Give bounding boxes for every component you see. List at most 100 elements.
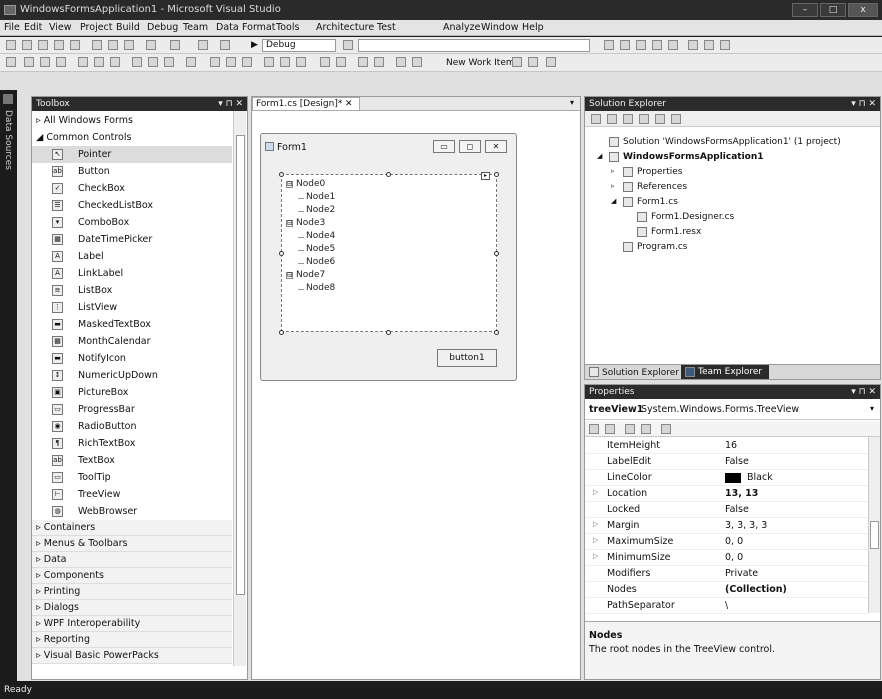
property-row[interactable]: ▷ Margin 3, 3, 3, 3 [585,518,868,534]
toolbox-item[interactable]: ↖ Pointer [32,146,232,163]
refresh-icon[interactable] [528,57,538,67]
refresh-icon[interactable] [623,114,633,124]
toolbox-group[interactable]: ▹ Dialogs [32,600,232,616]
smart-tag-icon[interactable]: ▸ [481,172,490,180]
bring-to-front-icon[interactable] [358,57,368,67]
property-row[interactable]: ▷ MinimumSize 0, 0 [585,550,868,566]
toolbox-item[interactable]: A LinkLabel [32,265,232,282]
tab-dropdown-icon[interactable]: ▾ [570,98,574,107]
solution-item[interactable]: Form1.resx [651,227,701,237]
decrease-horizontal-spacing-icon[interactable] [242,57,252,67]
solution-item[interactable]: Properties [637,167,682,177]
property-row[interactable]: ▷ MaximumSize 0, 0 [585,534,868,550]
open-file-icon[interactable] [38,40,48,50]
tree-node[interactable]: Node6 [306,257,335,267]
increase-vertical-spacing-icon[interactable] [280,57,290,67]
toolbox-item[interactable]: ▦ MonthCalendar [32,333,232,350]
make-same-width-icon[interactable] [132,57,142,67]
toolbox-group[interactable]: ▹ Reporting [32,632,232,648]
property-row[interactable]: LineColor Black [585,470,868,486]
property-row[interactable]: PathSeparator \ [585,598,868,614]
horizontal-spacing-equal-icon[interactable] [210,57,220,67]
tab-close-icon[interactable]: ✕ [345,98,353,110]
menu-analyze[interactable]: Analyze [443,22,480,33]
solution-item[interactable]: References [637,182,687,192]
property-expander-icon[interactable]: ▷ [593,536,598,544]
toolbox-item[interactable]: ↕ NumericUpDown [32,367,232,384]
tree-expander-icon[interactable]: ◢ [597,152,602,160]
toolbox-scroll-thumb[interactable] [236,135,245,595]
cut-icon[interactable] [92,40,102,50]
solution-item[interactable]: Form1.Designer.cs [651,212,734,222]
toolbox-group[interactable]: ▹ Components [32,568,232,584]
property-expander-icon[interactable]: ▷ [593,488,598,496]
property-expander-icon[interactable]: ▷ [593,552,598,560]
toolbox-item[interactable]: ▾ ComboBox [32,214,232,231]
align-to-grid-icon[interactable] [6,57,16,67]
align-tops-icon[interactable] [78,57,88,67]
tree-node[interactable]: Node5 [306,244,335,254]
menu-data[interactable]: Data [216,22,239,33]
toolbox-item[interactable]: A Label [32,248,232,265]
property-grid-scrollbar[interactable] [868,437,880,613]
toolbox-item[interactable]: ▬ NotifyIcon [32,350,232,367]
property-row[interactable]: Nodes (Collection) [585,582,868,598]
add-item-icon[interactable] [22,40,32,50]
toolbox-group[interactable]: ▹ All Windows Forms [32,112,232,129]
find-input[interactable] [358,39,590,52]
go-to-work-item-icon[interactable] [512,57,522,67]
toolbox-group[interactable]: ▹ Data [32,552,232,568]
alphabetical-icon[interactable] [605,424,615,434]
resize-handle[interactable] [279,251,284,256]
tab-team-explorer[interactable]: Team Explorer [698,367,762,377]
menu-architecture[interactable]: Architecture [316,22,374,33]
view-designer-icon[interactable] [655,114,665,124]
toolbox-item[interactable]: ▦ DateTimePicker [32,231,232,248]
copy-icon[interactable] [108,40,118,50]
center-vertically-icon[interactable] [336,57,346,67]
toolbox-pin-buttons[interactable]: ▾ ⊓ ✕ [218,97,243,111]
tree-node[interactable]: Node8 [306,283,335,293]
tree-node[interactable]: Node3 [296,218,325,228]
tree-expander-icon[interactable]: ⊟ [286,181,293,188]
undo-icon[interactable] [146,40,156,50]
tree-node[interactable]: Node1 [306,192,335,202]
tree-expander-icon[interactable]: ▹ [611,182,615,190]
categorized-icon[interactable] [589,424,599,434]
property-pages-icon[interactable] [661,424,671,434]
toolbox-scrollbar[interactable] [233,111,246,666]
toolbox-item[interactable]: ab Button [32,163,232,180]
menu-tools[interactable]: Tools [276,22,299,33]
resize-handle[interactable] [386,172,391,177]
menu-help[interactable]: Help [522,22,544,33]
toolbox-item[interactable]: ▭ ToolTip [32,469,232,486]
toolbox-group[interactable]: ▹ Menus & Toolbars [32,536,232,552]
align-middles-icon[interactable] [94,57,104,67]
solution-item[interactable]: Form1.cs [637,197,678,207]
menu-view[interactable]: View [49,22,72,33]
solution-explorer-icon[interactable] [620,40,630,50]
menu-window[interactable]: Window [481,22,518,33]
toolbox-item[interactable]: ¶ RichTextBox [32,435,232,452]
show-all-files-icon[interactable] [607,114,617,124]
size-to-grid-icon[interactable] [186,57,196,67]
toolbox-group[interactable]: ◢ Common Controls [32,129,232,146]
vertical-spacing-equal-icon[interactable] [264,57,274,67]
toolbox-item[interactable]: ≡ ListBox [32,282,232,299]
send-to-back-icon[interactable] [374,57,384,67]
tree-node[interactable]: Node7 [296,270,325,280]
toolbox-item[interactable]: ⊢ TreeView [32,486,232,503]
minimize-button[interactable]: – [792,3,818,17]
property-grid-scroll-thumb[interactable] [870,521,879,549]
view-code-icon[interactable] [639,114,649,124]
tree-expander-icon[interactable]: ⊟ [286,272,293,279]
new-work-item-button[interactable]: New Work Item ▾ [446,58,522,68]
toolbox-item[interactable]: ◉ RadioButton [32,418,232,435]
solution-explorer-pin-buttons[interactable]: ▾ ⊓ ✕ [851,97,876,111]
align-centers-icon[interactable] [40,57,50,67]
form1-window[interactable]: Form1 ▭ ◻ ✕ ▸ ⊟ Node0 Node1 Node2 ⊟ Node3 Node… [260,133,517,381]
form-button1[interactable]: button1 [437,349,497,367]
toolbox-group[interactable]: ▹ Printing [32,584,232,600]
menu-team[interactable]: Team [183,22,208,33]
extension-manager-icon[interactable] [704,40,714,50]
